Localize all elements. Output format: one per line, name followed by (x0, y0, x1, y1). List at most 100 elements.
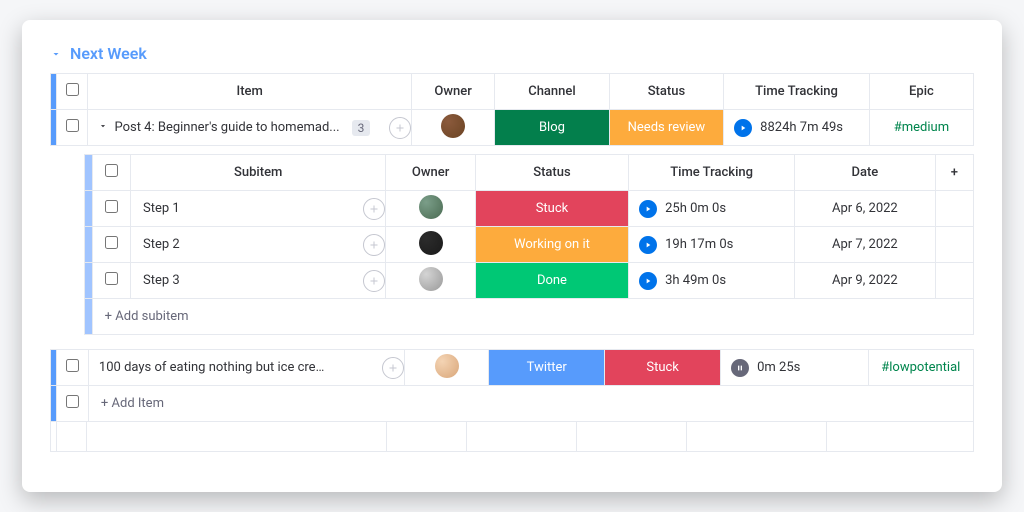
sub-column-header-row: Subitem Owner Status Time Tracking Date … (85, 155, 974, 191)
sub-color-bar (85, 299, 93, 335)
sub-time-tracking-cell[interactable]: 19h 17m 0s (629, 227, 795, 263)
epic-cell[interactable]: #lowpotential (868, 350, 973, 386)
sub-select-all[interactable] (92, 155, 130, 191)
sub-row-checkbox[interactable] (92, 263, 130, 299)
group-header[interactable]: Next Week (50, 44, 974, 63)
sub-table-row[interactable]: Step 1 Stuck 25h 0m 0s Apr 6, 2022 (85, 191, 974, 227)
channel-pill: Blog (495, 110, 608, 145)
sub-color-bar (85, 155, 93, 191)
channel-pill: Twitter (489, 350, 604, 385)
sub-time-value: 3h 49m 0s (665, 273, 726, 288)
play-icon[interactable] (639, 200, 657, 218)
col-time-tracking[interactable]: Time Tracking (724, 74, 870, 110)
pause-icon[interactable] (731, 359, 749, 377)
column-header-row: Item Owner Channel Status Time Tracking … (51, 74, 974, 110)
add-column-icon[interactable]: + (935, 155, 973, 191)
row-checkbox[interactable] (57, 350, 89, 386)
add-subitem-row[interactable]: + Add subitem (85, 299, 974, 335)
time-value: 8824h 7m 49s (760, 120, 843, 135)
add-conversation-icon[interactable] (363, 270, 385, 292)
sub-owner-cell[interactable] (386, 191, 475, 227)
epic-cell[interactable]: #medium (869, 110, 973, 146)
sub-time-value: 25h 0m 0s (665, 201, 726, 216)
avatar (435, 354, 459, 378)
owner-cell[interactable] (405, 350, 489, 386)
column-summary-strip (50, 422, 974, 452)
play-icon[interactable] (639, 236, 657, 254)
channel-cell[interactable]: Twitter (489, 350, 605, 386)
col-item[interactable]: Item (88, 74, 412, 110)
status-pill: Stuck (476, 191, 628, 226)
item-name: Post 4: Beginner's guide to homemad... (114, 120, 339, 135)
avatar (419, 267, 443, 291)
col-owner[interactable]: Owner (411, 74, 494, 110)
play-icon[interactable] (639, 272, 657, 290)
group-title: Next Week (70, 44, 147, 63)
main-table: Item Owner Channel Status Time Tracking … (50, 73, 974, 146)
col-epic[interactable]: Epic (869, 74, 973, 110)
sub-color-bar (85, 191, 93, 227)
subitems-table: Subitem Owner Status Time Tracking Date … (84, 154, 974, 335)
item-name-cell[interactable]: Post 4: Beginner's guide to homemad... 3 (88, 110, 412, 146)
sub-col-time-tracking[interactable]: Time Tracking (629, 155, 795, 191)
subitem-name-cell[interactable]: Step 1 (130, 191, 385, 227)
sub-color-bar (85, 227, 93, 263)
time-tracking-cell[interactable]: 0m 25s (721, 350, 869, 386)
table-row[interactable]: 100 days of eating nothing but ice cream… (51, 350, 974, 386)
sub-col-date[interactable]: Date (795, 155, 936, 191)
sub-status-cell[interactable]: Stuck (475, 191, 628, 227)
sub-empty-cell (935, 191, 973, 227)
chevron-down-icon (50, 48, 62, 60)
channel-cell[interactable]: Blog (495, 110, 609, 146)
row-checkbox[interactable] (57, 386, 89, 422)
sub-status-cell[interactable]: Working on it (475, 227, 628, 263)
sub-col-status[interactable]: Status (475, 155, 628, 191)
owner-cell[interactable] (411, 110, 494, 146)
select-all-checkbox-cell[interactable] (57, 74, 88, 110)
col-status[interactable]: Status (609, 74, 723, 110)
row-checkbox[interactable] (57, 110, 88, 146)
table-row[interactable]: Post 4: Beginner's guide to homemad... 3… (51, 110, 974, 146)
sub-empty-cell (935, 227, 973, 263)
subitem-name-cell[interactable]: Step 2 (130, 227, 385, 263)
add-conversation-icon[interactable] (389, 117, 411, 139)
add-conversation-icon[interactable] (363, 198, 385, 220)
sub-owner-cell[interactable] (386, 227, 475, 263)
time-tracking-cell[interactable]: 8824h 7m 49s (724, 110, 870, 146)
subitem-count-badge: 3 (352, 120, 371, 136)
col-channel[interactable]: Channel (495, 74, 609, 110)
sub-color-bar (85, 263, 93, 299)
sub-table-row[interactable]: Step 2 Working on it 19h 17m 0s Apr 7, 2… (85, 227, 974, 263)
add-conversation-icon[interactable] (363, 234, 385, 256)
subitem-name-cell[interactable]: Step 3 (130, 263, 385, 299)
sub-status-cell[interactable]: Done (475, 263, 628, 299)
subitem-name: Step 1 (143, 201, 180, 216)
add-conversation-icon[interactable] (382, 357, 404, 379)
sub-time-value: 19h 17m 0s (665, 237, 733, 252)
main-table-continued: 100 days of eating nothing but ice cream… (50, 349, 974, 422)
avatar (441, 114, 465, 138)
status-pill: Stuck (605, 350, 720, 385)
sub-row-checkbox[interactable] (92, 227, 130, 263)
sub-table-row[interactable]: Step 3 Done 3h 49m 0s Apr 9, 2022 (85, 263, 974, 299)
sub-time-tracking-cell[interactable]: 3h 49m 0s (629, 263, 795, 299)
play-icon[interactable] (734, 119, 752, 137)
status-cell[interactable]: Stuck (605, 350, 721, 386)
sub-empty-cell (935, 263, 973, 299)
add-item-row[interactable]: + Add Item (51, 386, 974, 422)
sub-time-tracking-cell[interactable]: 25h 0m 0s (629, 191, 795, 227)
status-cell[interactable]: Needs review (609, 110, 723, 146)
sub-date-cell[interactable]: Apr 9, 2022 (795, 263, 936, 299)
sub-date-cell[interactable]: Apr 7, 2022 (795, 227, 936, 263)
sub-date-cell[interactable]: Apr 6, 2022 (795, 191, 936, 227)
add-subitem-button[interactable]: + Add subitem (92, 299, 973, 335)
sub-col-owner[interactable]: Owner (386, 155, 475, 191)
sub-row-checkbox[interactable] (92, 191, 130, 227)
sub-col-subitem[interactable]: Subitem (130, 155, 385, 191)
sub-owner-cell[interactable] (386, 263, 475, 299)
avatar (419, 231, 443, 255)
time-value: 0m 25s (757, 360, 800, 375)
item-name-cell[interactable]: 100 days of eating nothing but ice cream (88, 350, 404, 386)
expand-subitems-icon[interactable] (98, 120, 108, 135)
add-item-button[interactable]: + Add Item (88, 386, 973, 422)
